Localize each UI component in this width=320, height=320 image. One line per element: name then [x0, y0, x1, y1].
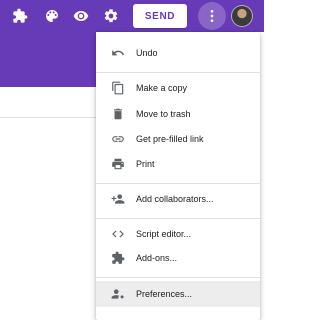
code-icon — [110, 226, 126, 242]
menu-item-label: Add-ons... — [136, 253, 178, 263]
link-icon — [110, 131, 126, 147]
top-app-bar: SEND — [0, 0, 264, 32]
menu-item-label: Undo — [136, 48, 158, 58]
menu-item-print[interactable]: Print — [96, 152, 260, 176]
menu-item-label: Preferences... — [136, 289, 193, 299]
print-icon — [110, 156, 126, 172]
person-settings-icon — [110, 286, 126, 302]
menu-item-undo[interactable]: Undo — [96, 41, 260, 65]
menu-item-add-collaborators[interactable]: Add collaborators... — [96, 187, 260, 211]
menu-item-make-copy[interactable]: Make a copy — [96, 76, 260, 100]
send-button[interactable]: SEND — [133, 4, 187, 28]
undo-icon — [110, 45, 126, 61]
menu-item-move-to-trash[interactable]: Move to trash — [96, 102, 260, 126]
menu-item-label: Make a copy — [136, 83, 188, 93]
menu-item-label: Move to trash — [136, 109, 191, 119]
gear-icon[interactable] — [101, 6, 121, 26]
palette-icon[interactable] — [42, 6, 62, 26]
menu-item-label: Get pre-filled link — [136, 134, 204, 144]
more-vert-icon[interactable] — [198, 2, 226, 30]
header-background — [0, 32, 96, 87]
trash-icon — [110, 106, 126, 122]
more-options-menu: Undo Make a copy Move to trash Get pre-f… — [96, 32, 260, 320]
menu-item-label: Add collaborators... — [136, 194, 214, 204]
menu-item-prefilled-link[interactable]: Get pre-filled link — [96, 127, 260, 151]
puzzle-icon — [110, 250, 126, 266]
menu-item-script-editor[interactable]: Script editor... — [96, 222, 260, 246]
page-divider — [0, 117, 96, 118]
add-people-icon — [110, 191, 126, 207]
menu-divider — [96, 277, 260, 278]
menu-divider — [96, 72, 260, 73]
avatar[interactable] — [231, 5, 253, 27]
menu-divider — [96, 218, 260, 219]
menu-item-add-ons[interactable]: Add-ons... — [96, 246, 260, 270]
menu-item-label: Script editor... — [136, 229, 192, 239]
puzzle-icon[interactable] — [10, 6, 30, 26]
menu-item-preferences[interactable]: Preferences... — [96, 281, 260, 307]
eye-icon[interactable] — [71, 6, 91, 26]
menu-divider — [96, 183, 260, 184]
copy-icon — [110, 80, 126, 96]
menu-item-label: Print — [136, 159, 155, 169]
